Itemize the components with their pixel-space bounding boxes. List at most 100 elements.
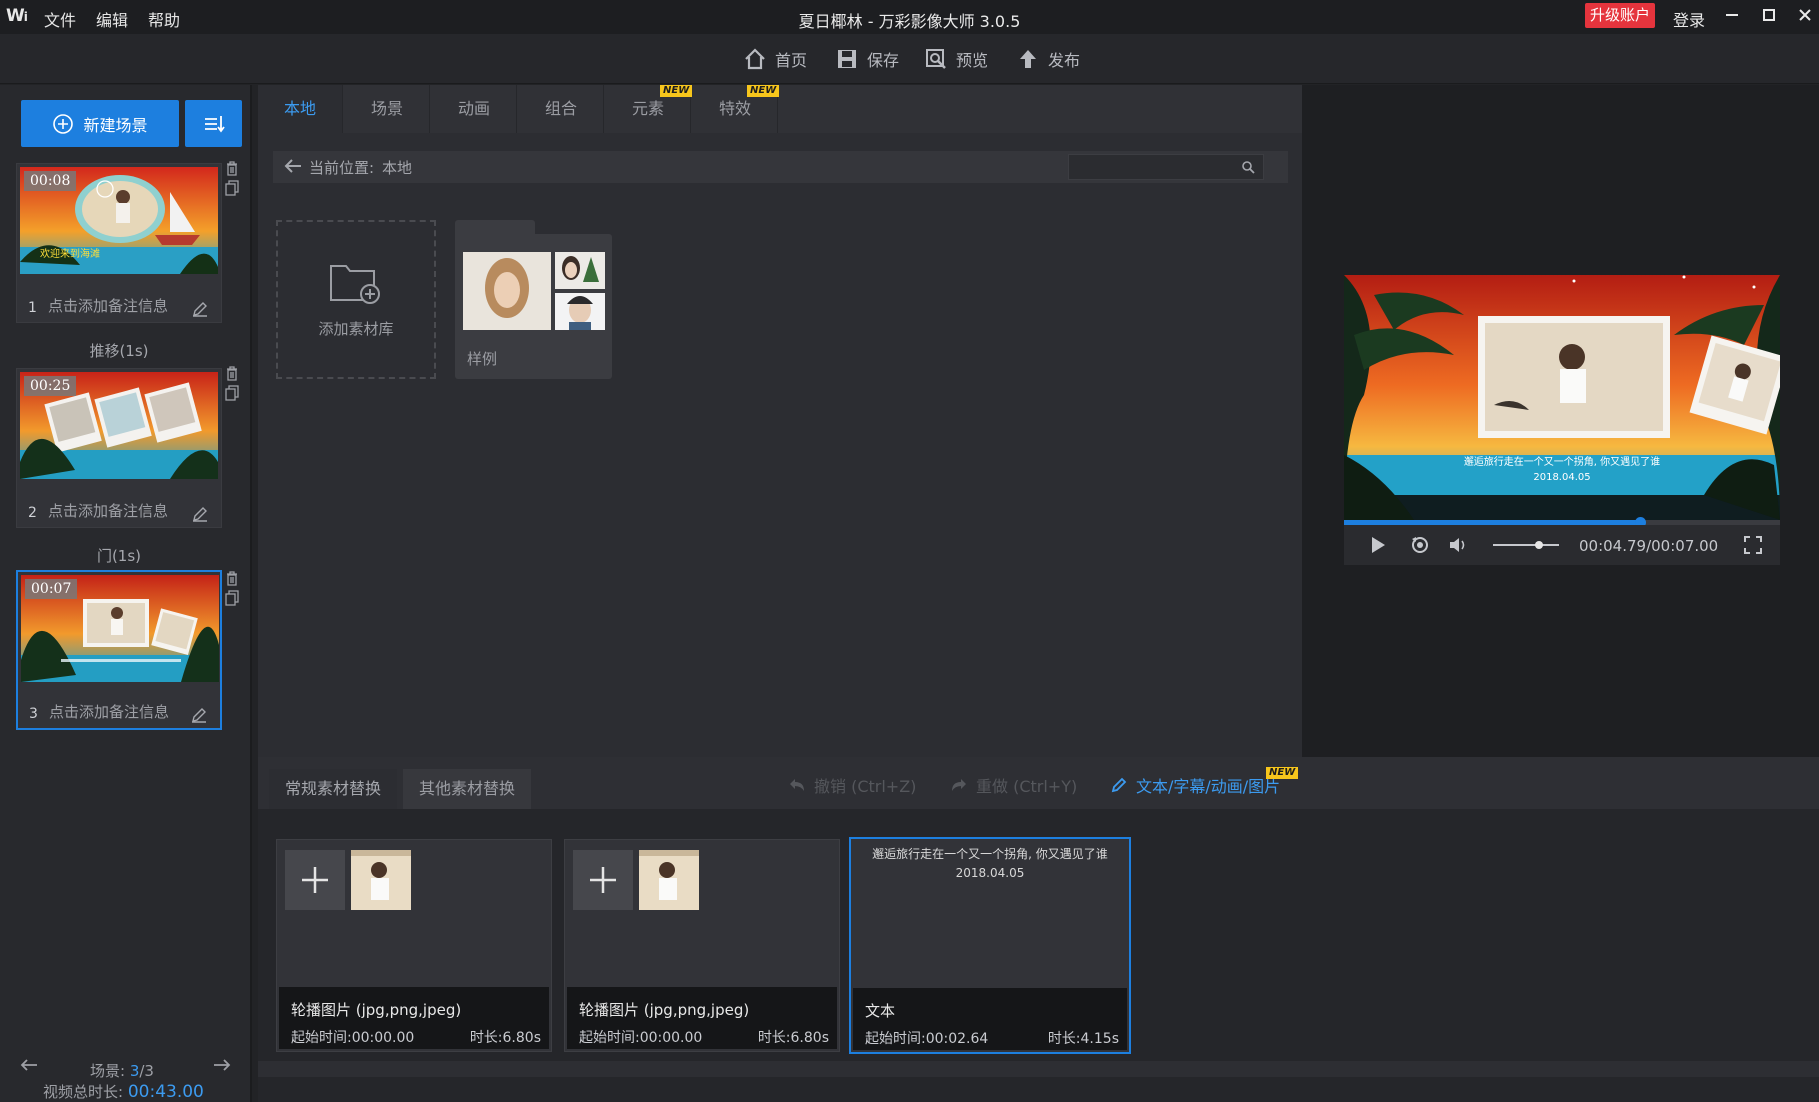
tab-other-replace[interactable]: 其他素材替换 xyxy=(403,769,532,809)
back-arrow-icon[interactable] xyxy=(283,156,303,176)
transition-label-1[interactable]: 推移(1s) xyxy=(0,340,238,361)
login-link[interactable]: 登录 xyxy=(1673,7,1705,31)
main-toolbar: 首页 保存 预览 发布 xyxy=(0,34,1819,84)
tab-scene[interactable]: 场景 xyxy=(345,85,430,133)
undo-button[interactable]: 撤销 (Ctrl+Z) xyxy=(788,773,916,797)
scene-note-text[interactable]: 点击添加备注信息 xyxy=(48,295,168,316)
folder-add-icon xyxy=(330,265,380,304)
new-scene-button[interactable]: 新建场景 xyxy=(21,100,179,147)
scene-note-text[interactable]: 点击添加备注信息 xyxy=(48,500,168,521)
publish-label: 发布 xyxy=(1048,51,1081,70)
asset-thumbnail[interactable] xyxy=(351,850,411,910)
volume-handle[interactable] xyxy=(1535,541,1544,549)
sample-folder[interactable]: 样例 xyxy=(455,220,612,379)
close-icon[interactable] xyxy=(1792,4,1818,30)
tab-animation[interactable]: 动画 xyxy=(432,85,517,133)
scene-sort-button[interactable] xyxy=(185,100,242,147)
asset-name: 轮播图片 (jpg,png,jpeg) xyxy=(579,1001,750,1019)
preview-button[interactable]: 预览 xyxy=(924,46,988,72)
upgrade-account-button[interactable]: 升级账户 xyxy=(1585,3,1655,28)
copy-icon[interactable] xyxy=(225,590,239,606)
copy-icon[interactable] xyxy=(225,180,239,196)
edit-pencil-icon[interactable] xyxy=(191,300,209,318)
scene-note-text[interactable]: 点击添加备注信息 xyxy=(49,701,169,722)
horizontal-scrollbar[interactable] xyxy=(258,1061,1819,1077)
search-input[interactable] xyxy=(1068,154,1264,180)
volume-icon[interactable] xyxy=(1448,536,1468,554)
transition-label-2[interactable]: 门(1s) xyxy=(0,545,238,566)
sort-list-icon xyxy=(204,115,225,132)
delete-trash-icon[interactable] xyxy=(225,365,239,381)
scene-duration-badge: 00:07 xyxy=(25,579,78,599)
tab-effects[interactable]: 特效 NEW xyxy=(693,85,780,133)
delete-trash-icon[interactable] xyxy=(225,570,239,586)
asset-duration: 时长:4.15s xyxy=(1047,1031,1119,1047)
scene-number: 3 xyxy=(29,706,38,722)
plus-circle-icon xyxy=(53,113,74,134)
player-controls: 00:04.79/00:07.00 xyxy=(1344,525,1780,565)
plus-icon xyxy=(590,867,616,893)
scene-card-2[interactable]: 00:25 2 点击添加备注信息 xyxy=(16,368,222,528)
volume-slider[interactable] xyxy=(1493,541,1559,549)
asset-card-2[interactable]: 轮播图片 (jpg,png,jpeg) 起始时间:00:00.00 时长:6.8… xyxy=(564,839,840,1052)
save-label: 保存 xyxy=(867,51,900,70)
plus-icon xyxy=(302,867,328,893)
asset-info: 轮播图片 (jpg,png,jpeg) 起始时间:00:00.00 时长:6.8… xyxy=(567,987,837,1049)
add-image-button[interactable] xyxy=(573,850,633,910)
asset-thumbnail[interactable] xyxy=(639,850,699,910)
tab-combination[interactable]: 组合 xyxy=(519,85,604,133)
menu-file[interactable]: 文件 xyxy=(44,7,76,31)
app-logo[interactable]: Wi xyxy=(6,6,28,26)
minimize-icon[interactable] xyxy=(1719,4,1745,30)
tab-regular-replace[interactable]: 常规素材替换 xyxy=(269,769,398,809)
home-button[interactable]: 首页 xyxy=(743,46,807,72)
maximize-icon[interactable] xyxy=(1756,4,1782,30)
search-icon[interactable] xyxy=(1241,160,1255,174)
scene-card-3[interactable]: 00:07 3 点击添加备注信息 xyxy=(16,570,222,730)
fullscreen-icon[interactable] xyxy=(1744,536,1762,554)
asset-start-time: 起始时间:00:00.00 xyxy=(291,1030,415,1046)
video-caption: 邂逅旅行走在一个又一个拐角, 你又遇见了谁 xyxy=(1464,455,1660,468)
scene-number: 1 xyxy=(28,300,37,316)
scene-panel: 新建场景 欢迎来到海滩 00:08 1 点击添加备注信息 推移(1s) 00:2… xyxy=(0,85,252,1102)
copy-icon[interactable] xyxy=(225,385,239,401)
scene-duration-badge: 00:08 xyxy=(24,171,77,191)
video-date: 2018.04.05 xyxy=(1533,472,1590,483)
preview-icon xyxy=(926,49,946,69)
menu-help[interactable]: 帮助 xyxy=(148,7,180,31)
replay-icon[interactable] xyxy=(1410,535,1430,555)
edit-pencil-icon[interactable] xyxy=(191,505,209,523)
tab-elements[interactable]: 元素 NEW xyxy=(606,85,693,133)
scene-card-1[interactable]: 欢迎来到海滩 00:08 1 点击添加备注信息 xyxy=(16,163,222,323)
video-preview[interactable]: 邂逅旅行走在一个又一个拐角, 你又遇见了谁 2018.04.05 xyxy=(1344,275,1780,520)
new-scene-label: 新建场景 xyxy=(83,115,148,135)
asset-card-1[interactable]: 轮播图片 (jpg,png,jpeg) 起始时间:00:00.00 时长:6.8… xyxy=(276,839,552,1052)
pencil-icon xyxy=(1111,777,1127,793)
asset-card-text[interactable]: 邂逅旅行走在一个又一个拐角, 你又遇见了谁 2018.04.05 文本 起始时间… xyxy=(849,837,1131,1054)
tab-local[interactable]: 本地 xyxy=(258,85,343,133)
library-tabs: 本地 场景 动画 组合 元素 NEW 特效 NEW xyxy=(258,85,1302,133)
total-duration: 视频总时长: 00:43.00 xyxy=(43,1082,204,1102)
asset-start-time: 起始时间:00:00.00 xyxy=(579,1030,703,1046)
asset-start-time: 起始时间:00:02.64 xyxy=(865,1031,989,1047)
redo-button[interactable]: 重做 (Ctrl+Y) xyxy=(950,773,1077,797)
play-icon[interactable] xyxy=(1370,536,1386,554)
delete-trash-icon[interactable] xyxy=(225,160,239,176)
playback-time: 00:04.79/00:07.00 xyxy=(1579,537,1719,555)
menu-edit[interactable]: 编辑 xyxy=(96,7,128,31)
home-label: 首页 xyxy=(775,51,808,70)
edit-pencil-icon[interactable] xyxy=(190,706,208,724)
add-library-button[interactable]: 添加素材库 xyxy=(276,220,436,379)
svg-text:欢迎来到海滩: 欢迎来到海滩 xyxy=(40,247,100,260)
text-subtitle-animation-link[interactable]: 文本/字幕/动画/图片 NEW xyxy=(1110,767,1299,797)
arrow-right-icon[interactable] xyxy=(213,1058,231,1072)
publish-button[interactable]: 发布 xyxy=(1016,46,1080,72)
replace-tabs: 常规素材替换 其他素材替换 撤销 (Ctrl+Z) 重做 (Ctrl+Y) 文本… xyxy=(258,757,1819,809)
asset-info: 轮播图片 (jpg,png,jpeg) 起始时间:00:00.00 时长:6.8… xyxy=(279,987,549,1049)
arrow-left-icon[interactable] xyxy=(20,1058,38,1072)
title-bar: Wi 文件 编辑 帮助 夏日椰林 - 万彩影像大师 3.0.5 升级账户 登录 xyxy=(0,0,1819,34)
path-label: 当前位置: xyxy=(309,159,375,177)
add-image-button[interactable] xyxy=(285,850,345,910)
sample-folder-label: 样例 xyxy=(467,350,498,368)
save-button[interactable]: 保存 xyxy=(835,46,899,72)
